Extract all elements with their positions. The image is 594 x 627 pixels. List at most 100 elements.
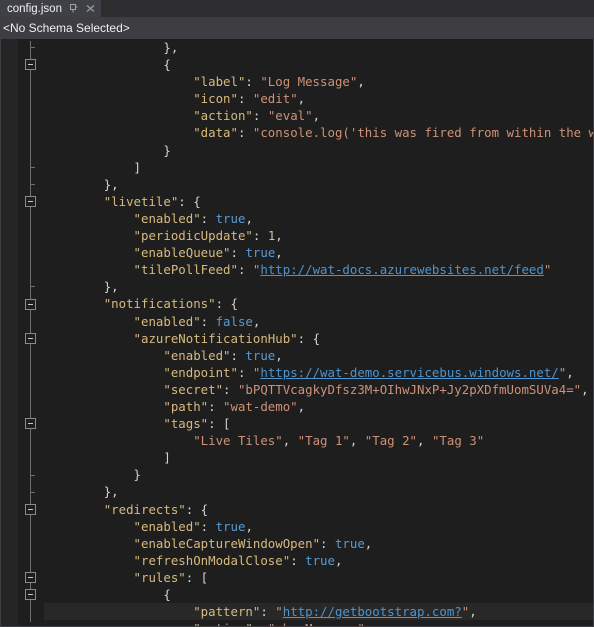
fold-collapse-button[interactable] [25, 195, 36, 207]
code-link[interactable]: https://wat-demo.servicebus.windows.net/ [260, 365, 558, 380]
code-line[interactable]: "enabled": false, [44, 313, 593, 330]
code-line[interactable]: }, [44, 278, 593, 295]
fold-margin[interactable] [18, 39, 44, 626]
code-line[interactable]: "enabled": true, [44, 518, 593, 535]
fold-region-tick [30, 286, 35, 288]
code-line[interactable]: "path": "wat-demo", [44, 398, 593, 415]
code-token-punc: , [357, 74, 365, 90]
code-token-punc: { [163, 57, 171, 73]
fold-collapse-button[interactable] [25, 572, 36, 584]
code-line[interactable]: } [44, 142, 593, 159]
code-editor-window: config.json <No Schema Selected>}, {"l… [0, 0, 594, 627]
code-line[interactable]: "pattern": "http://getbootstrap.com?", [44, 603, 593, 621]
fold-region-tick [30, 47, 35, 48]
code-line[interactable]: { [44, 586, 593, 603]
code-line[interactable]: "action": "eval", [44, 107, 593, 124]
code-token-punc: }, [163, 40, 179, 55]
code-token-punc: , [297, 91, 306, 107]
code-line[interactable]: }, [44, 483, 593, 500]
code-line[interactable]: "azureNotificationHub": { [44, 330, 593, 347]
fold-collapse-button[interactable] [25, 332, 36, 344]
code-line[interactable]: "livetile": { [44, 193, 593, 210]
code-token-punc: , [312, 108, 321, 124]
code-line[interactable]: "action": "showMessage" [44, 620, 593, 626]
code-token-str: "edit" [252, 91, 298, 107]
code-token-punc: , [245, 518, 253, 534]
fold-region-tick [30, 474, 35, 476]
code-line[interactable]: "periodicUpdate": 1, [44, 227, 593, 244]
code-line[interactable]: "enableCaptureWindowOpen": true, [44, 535, 593, 552]
fold-collapse-button[interactable] [25, 503, 36, 515]
code-line[interactable]: "Live Tiles", "Tag 1", "Tag 2", "Tag 3" [44, 432, 593, 449]
code-link[interactable]: http://wat-docs.azurewebsites.net/feed [260, 262, 543, 277]
code-line[interactable]: "icon": "edit", [44, 90, 593, 107]
code-line[interactable]: "enableQueue": true, [44, 244, 593, 261]
editor-surface[interactable]: }, { "label": "Log Message", "icon": "ed… [0, 39, 594, 627]
code-token-punc: , [581, 381, 589, 397]
code-line[interactable]: "enabled": true, [44, 210, 593, 227]
code-token-punc: } [133, 467, 141, 483]
code-token-key: "data" [193, 125, 238, 141]
code-token-punc: : [237, 262, 253, 278]
code-line[interactable]: { [44, 56, 593, 73]
fold-collapse-button[interactable] [25, 418, 36, 430]
code-line[interactable]: "tags": [ [44, 415, 593, 432]
code-token-punc: } [163, 142, 171, 158]
code-line[interactable]: }, [44, 39, 593, 56]
code-token-punc: : [237, 91, 253, 107]
code-token-punc: , [275, 347, 283, 363]
code-text-area[interactable]: }, { "label": "Log Message", "icon": "ed… [44, 39, 593, 626]
code-line[interactable]: ] [44, 159, 593, 176]
code-line[interactable]: "enabled": true, [44, 347, 593, 364]
code-token-key: "redirects" [103, 501, 186, 517]
code-token-key: "notifications" [103, 296, 216, 312]
code-line[interactable]: "redirects": { [44, 501, 593, 518]
code-token-punc: }, [103, 484, 119, 500]
schema-bar[interactable]: <No Schema Selected> [0, 17, 594, 39]
fold-collapse-button[interactable] [25, 59, 36, 71]
code-line[interactable]: "rules": [ [44, 569, 593, 586]
close-icon[interactable] [85, 3, 96, 15]
selection-margin[interactable] [1, 39, 18, 626]
code-token-str: "wat-demo" [223, 398, 298, 414]
code-token-punc: : [230, 347, 246, 363]
code-line[interactable]: }, [44, 176, 593, 193]
fold-collapse-button[interactable] [25, 589, 36, 601]
code-token-punc: , [469, 604, 477, 620]
code-line[interactable]: "refreshOnModalClose": true, [44, 552, 593, 569]
code-token-key: "enabled" [163, 347, 231, 363]
code-line[interactable]: "data": "console.log('this was fired fro… [44, 124, 593, 141]
code-token-punc: , [245, 210, 253, 226]
pin-icon[interactable] [68, 3, 79, 15]
tab-config-json[interactable]: config.json [0, 0, 101, 17]
code-token-punc: , [566, 364, 574, 380]
code-token-key: "rules" [133, 569, 186, 585]
code-token-str: "Live Tiles" [193, 433, 283, 449]
code-line[interactable]: } [44, 466, 593, 483]
code-line[interactable]: ] [44, 449, 593, 466]
fold-region-tick [30, 491, 35, 493]
code-line[interactable]: "label": "Log Message", [44, 73, 593, 90]
code-line[interactable]: "secret": "bPQTTVcagkyDfsz3M+OIhwJNxP+Jy… [44, 381, 593, 398]
code-link[interactable]: http://getbootstrap.com? [283, 604, 462, 619]
code-line[interactable]: "endpoint": "https://wat-demo.servicebus… [44, 364, 593, 381]
code-token-punc: : { [185, 501, 209, 517]
code-token-punc: : [200, 518, 216, 534]
code-line[interactable]: "notifications": { [44, 295, 593, 312]
code-token-punc: : [237, 364, 253, 380]
code-token-punc: }, [103, 279, 119, 295]
code-token-str: "Tag 2" [364, 433, 418, 449]
code-token-key: "enabled" [133, 210, 201, 226]
code-token-punc: : [245, 74, 261, 90]
fold-collapse-button[interactable] [25, 298, 36, 310]
code-line[interactable]: "tilePollFeed": "http://wat-docs.azurewe… [44, 261, 593, 278]
code-token-key: "label" [193, 74, 246, 90]
